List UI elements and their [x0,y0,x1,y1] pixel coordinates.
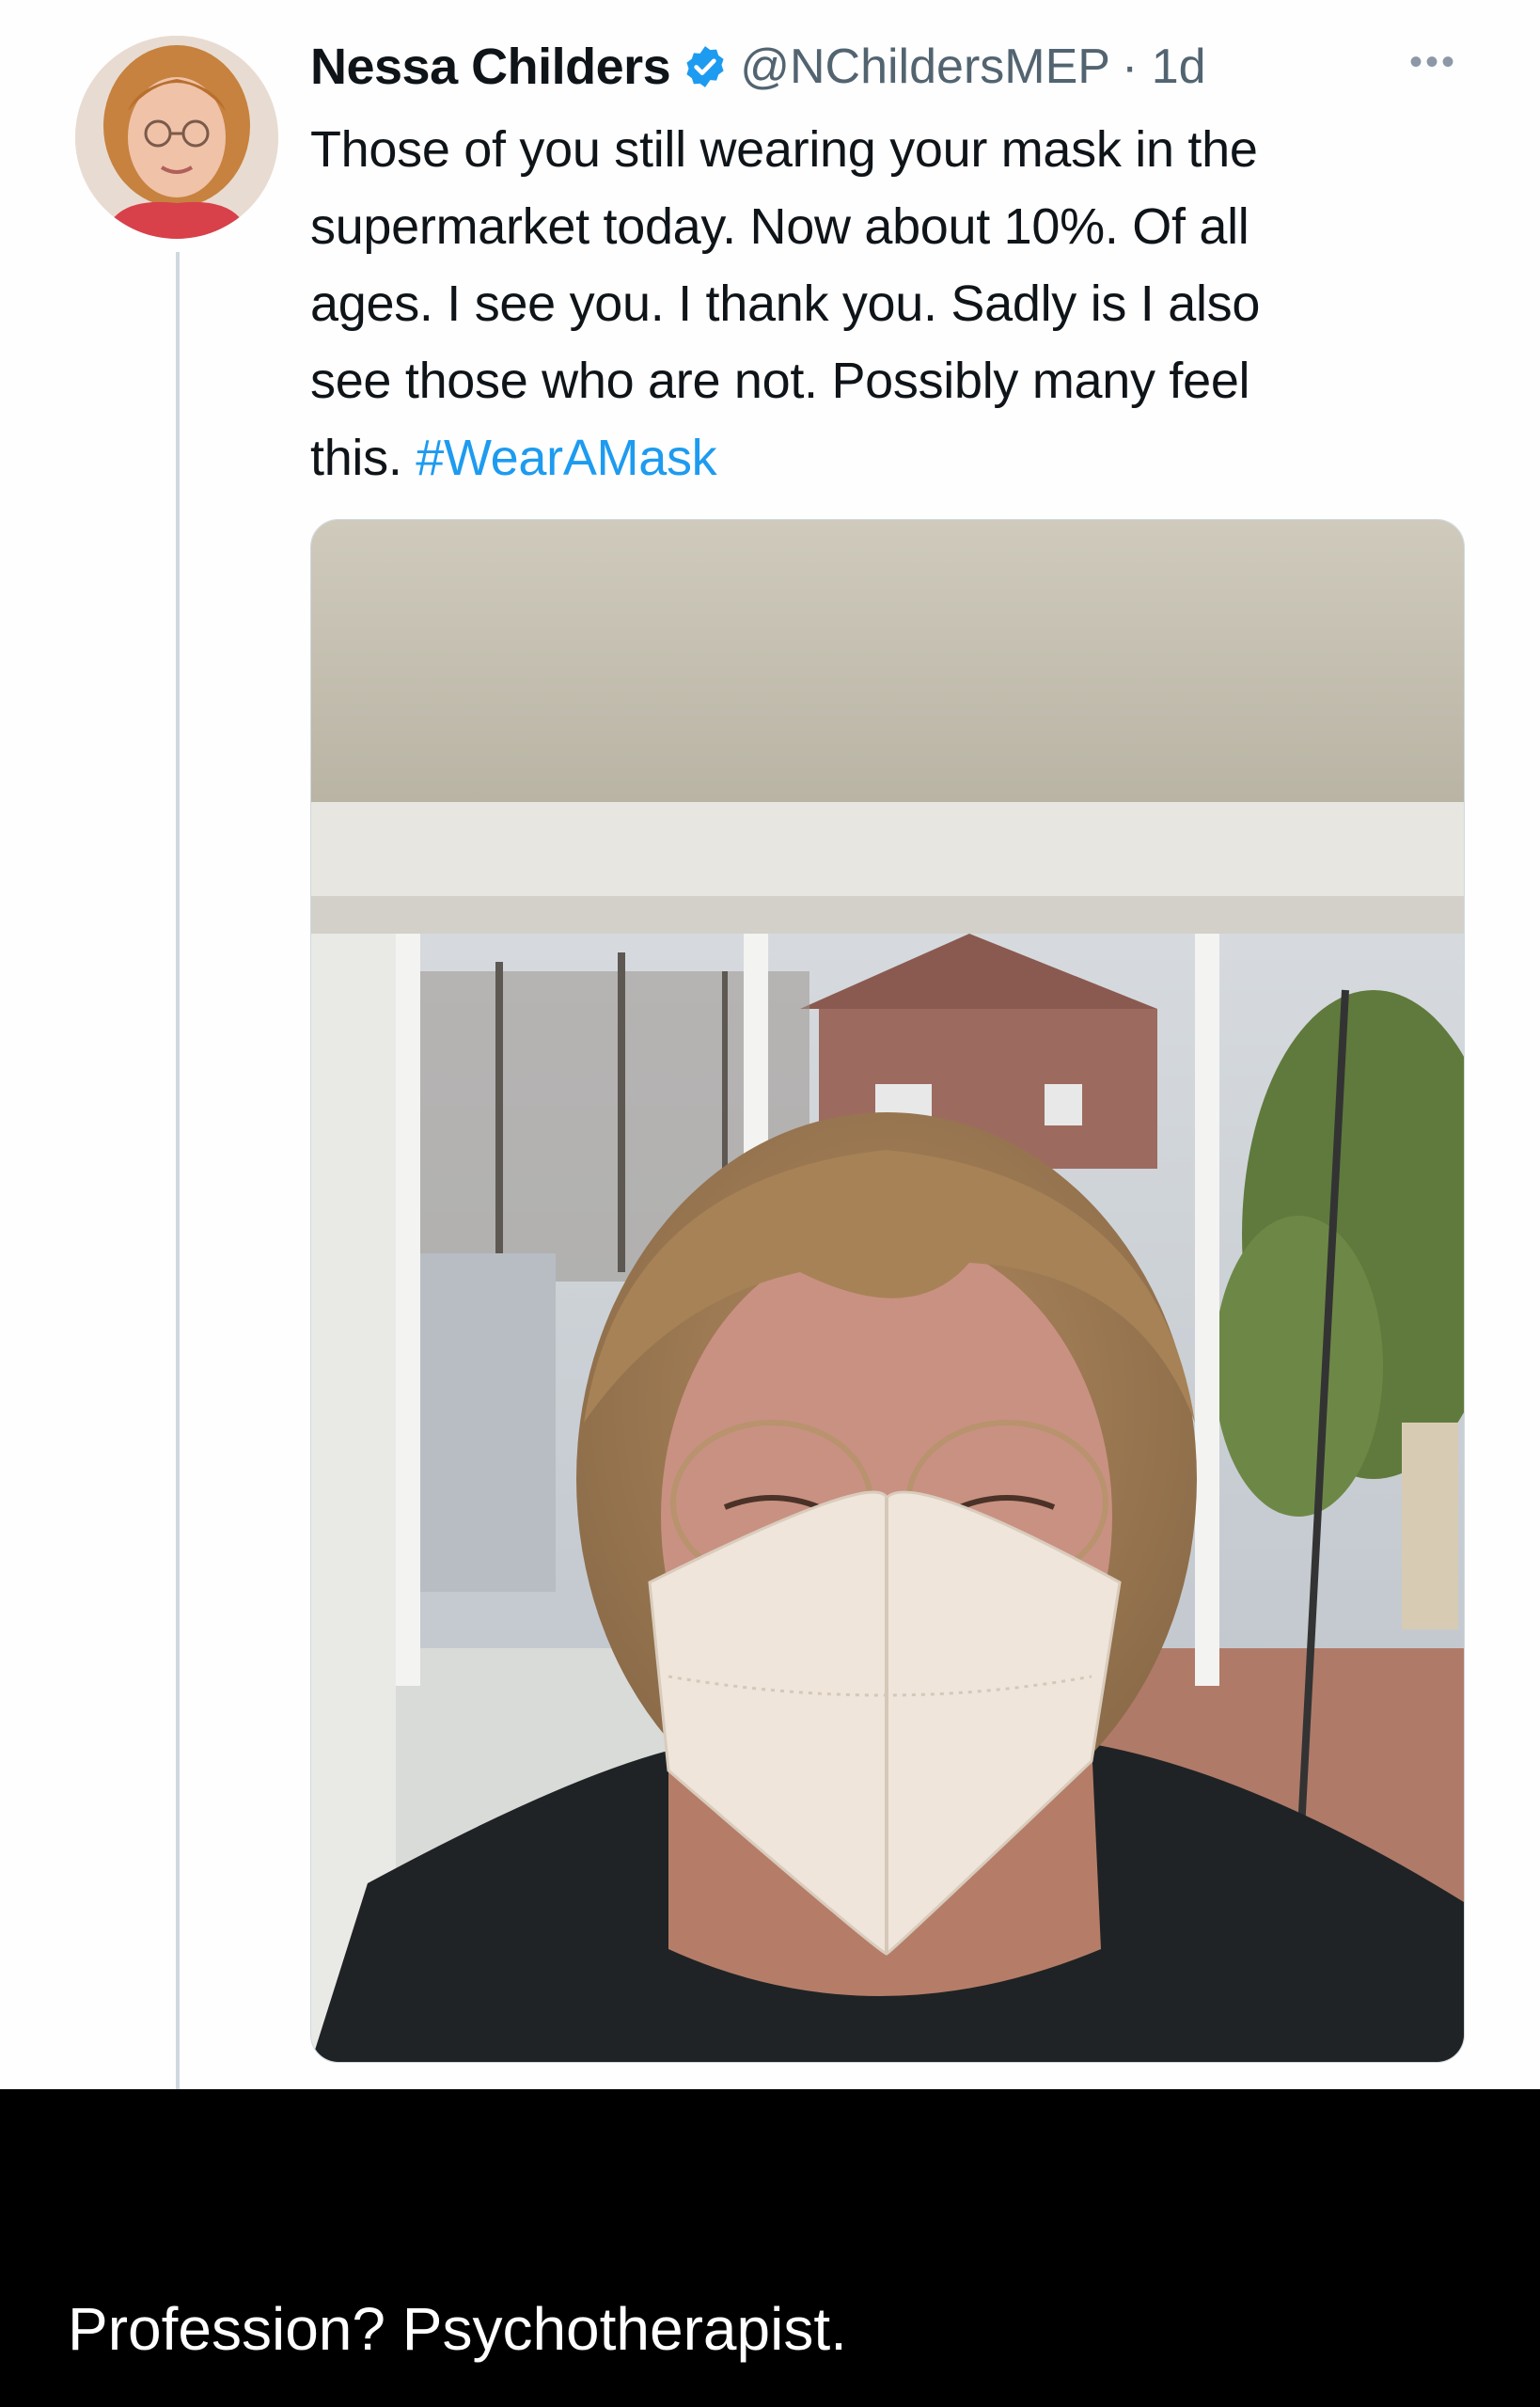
avatar-portrait-icon [75,36,278,239]
tweet-text-line: see those who are not. Possibly many fee… [310,353,1250,409]
tweet-text-line: ages. I see you. I thank you. Sadly is I… [310,275,1261,332]
selfie-photo-icon [311,520,1464,2062]
tweet-card[interactable]: Nessa Childers @NChildersMEP · 1d ••• Th… [0,0,1540,2089]
meme-caption: Profession? Psychotherapist. [68,2295,847,2363]
thread-line [176,252,180,2089]
verified-badge-icon [686,46,724,87]
author-name[interactable]: Nessa Childers [310,38,671,96]
tweet-text-line: Those of you still wearing your mask in … [310,121,1258,178]
tweet-photo[interactable] [310,519,1465,2063]
tweet-text-line: supermarket today. Now about 10%. Of all [310,198,1249,255]
tweet-text-line: this. [310,430,402,486]
tweet-text-line-last: this. #WearAMask [310,419,1467,496]
author-handle[interactable]: @NChildersMEP [740,39,1110,95]
tweet-text: Those of you still wearing your mask in … [310,111,1467,496]
hashtag-link[interactable]: #WearAMask [416,430,716,486]
avatar[interactable] [75,36,278,239]
tweet-header: Nessa Childers @NChildersMEP · 1d [310,34,1206,100]
more-dots-icon[interactable]: ••• [1409,41,1457,84]
tweet-time[interactable]: · 1d [1122,39,1206,95]
